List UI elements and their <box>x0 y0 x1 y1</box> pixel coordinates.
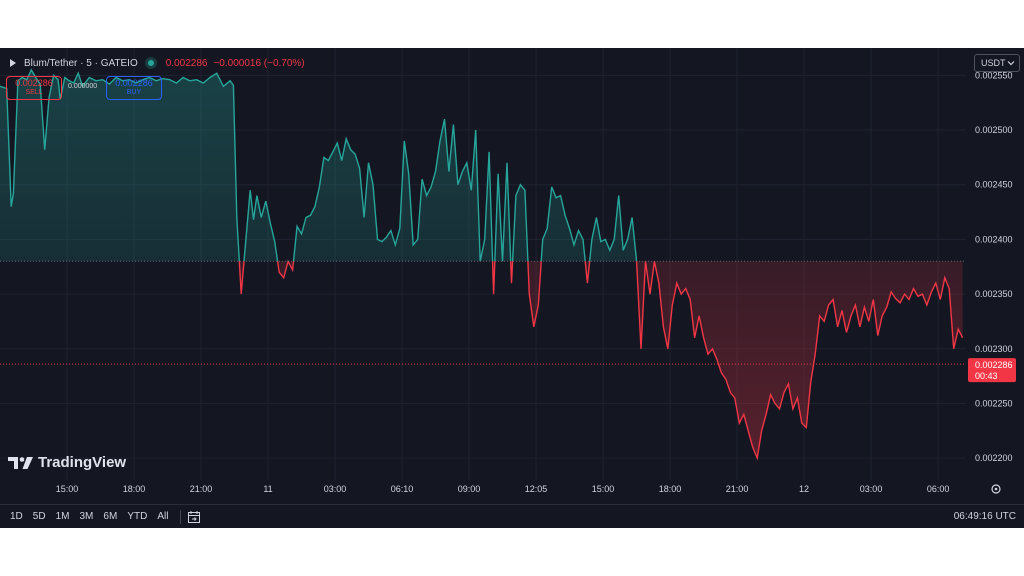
last-price-tag-value: 0.002286 <box>975 360 1013 370</box>
x-tick-label: 12:05 <box>525 484 548 494</box>
x-tick-label: 09:00 <box>458 484 481 494</box>
x-tick-label: 11 <box>263 484 272 494</box>
x-tick-label: 03:00 <box>860 484 883 494</box>
range-all[interactable]: All <box>157 511 168 522</box>
sell-label: SELL <box>25 89 43 96</box>
brand-name: TradingView <box>38 454 127 471</box>
tradingview-logo[interactable]: TradingView <box>8 454 126 471</box>
chevron-down-icon <box>1007 61 1015 66</box>
last-price: 0.002286 <box>165 57 208 69</box>
currency-select[interactable]: USDT <box>974 54 1020 72</box>
utc-clock[interactable]: 06:49:16 UTC <box>954 511 1016 522</box>
x-tick-label: 03:00 <box>324 484 347 494</box>
y-tick-label: 0.002250 <box>975 398 1013 408</box>
x-tick-label: 06:00 <box>927 484 950 494</box>
currency-label: USDT <box>981 58 1006 68</box>
buy-button[interactable]: 0.002286 BUY <box>106 76 162 100</box>
x-tick-label: 18:00 <box>659 484 682 494</box>
date-range-icon[interactable] <box>187 510 201 524</box>
range-ytd[interactable]: YTD <box>127 511 147 522</box>
spread-value: 0.000000 <box>68 83 98 90</box>
y-tick-label: 0.002450 <box>975 180 1013 190</box>
x-tick-label: 12 <box>799 484 809 494</box>
market-status-icon <box>147 60 154 66</box>
buy-price: 0.002286 <box>115 78 153 88</box>
range-6m[interactable]: 6M <box>103 511 117 522</box>
x-tick-label: 18:00 <box>123 484 146 494</box>
x-tick-label: 15:00 <box>56 484 79 494</box>
x-tick-label: 15:00 <box>592 484 615 494</box>
chart-frame: 0.002550 0.002500 0.002450 0.002400 0.002350… <box>0 48 1024 528</box>
range-1d[interactable]: 1D <box>10 511 23 522</box>
sell-button[interactable]: 0.002286 SELL <box>6 76 62 100</box>
y-tick-label: 0.002200 <box>975 453 1013 463</box>
price-chart[interactable]: 0.0025500.0025000.0024500.0024000.002350… <box>0 48 1024 504</box>
tradingview-logo-icon <box>8 456 33 469</box>
axis-settings-icon[interactable] <box>991 484 1001 494</box>
y-tick-label: 0.002400 <box>975 234 1013 244</box>
range-1m[interactable]: 1M <box>56 511 70 522</box>
sell-price: 0.002286 <box>15 78 53 88</box>
countdown-label: 00:43 <box>975 371 998 381</box>
toolbar-divider <box>180 509 182 524</box>
y-tick-label: 0.002350 <box>975 289 1013 299</box>
x-tick-label: 06:10 <box>391 484 414 494</box>
symbol-title[interactable]: Blum/Tether · 5 · GATEIO <box>24 58 138 69</box>
y-tick-label: 0.002500 <box>975 125 1013 135</box>
x-tick-label: 21:00 <box>190 484 213 494</box>
x-tick-label: 21:00 <box>726 484 749 494</box>
range-5d[interactable]: 5D <box>33 511 46 522</box>
chart-header: Blum/Tether · 5 · GATEIO 0.002286 −0.000… <box>8 56 305 70</box>
symbol-logo-icon <box>10 59 16 67</box>
y-tick-label: 0.002300 <box>975 344 1013 354</box>
bottom-toolbar: 1D 5D 1M 3M 6M YTD All 06:49:16 UTC <box>0 504 1024 528</box>
buy-label: BUY <box>126 89 142 96</box>
price-change: −0.000016 (−0.70%) <box>213 57 305 69</box>
range-3m[interactable]: 3M <box>80 511 94 522</box>
